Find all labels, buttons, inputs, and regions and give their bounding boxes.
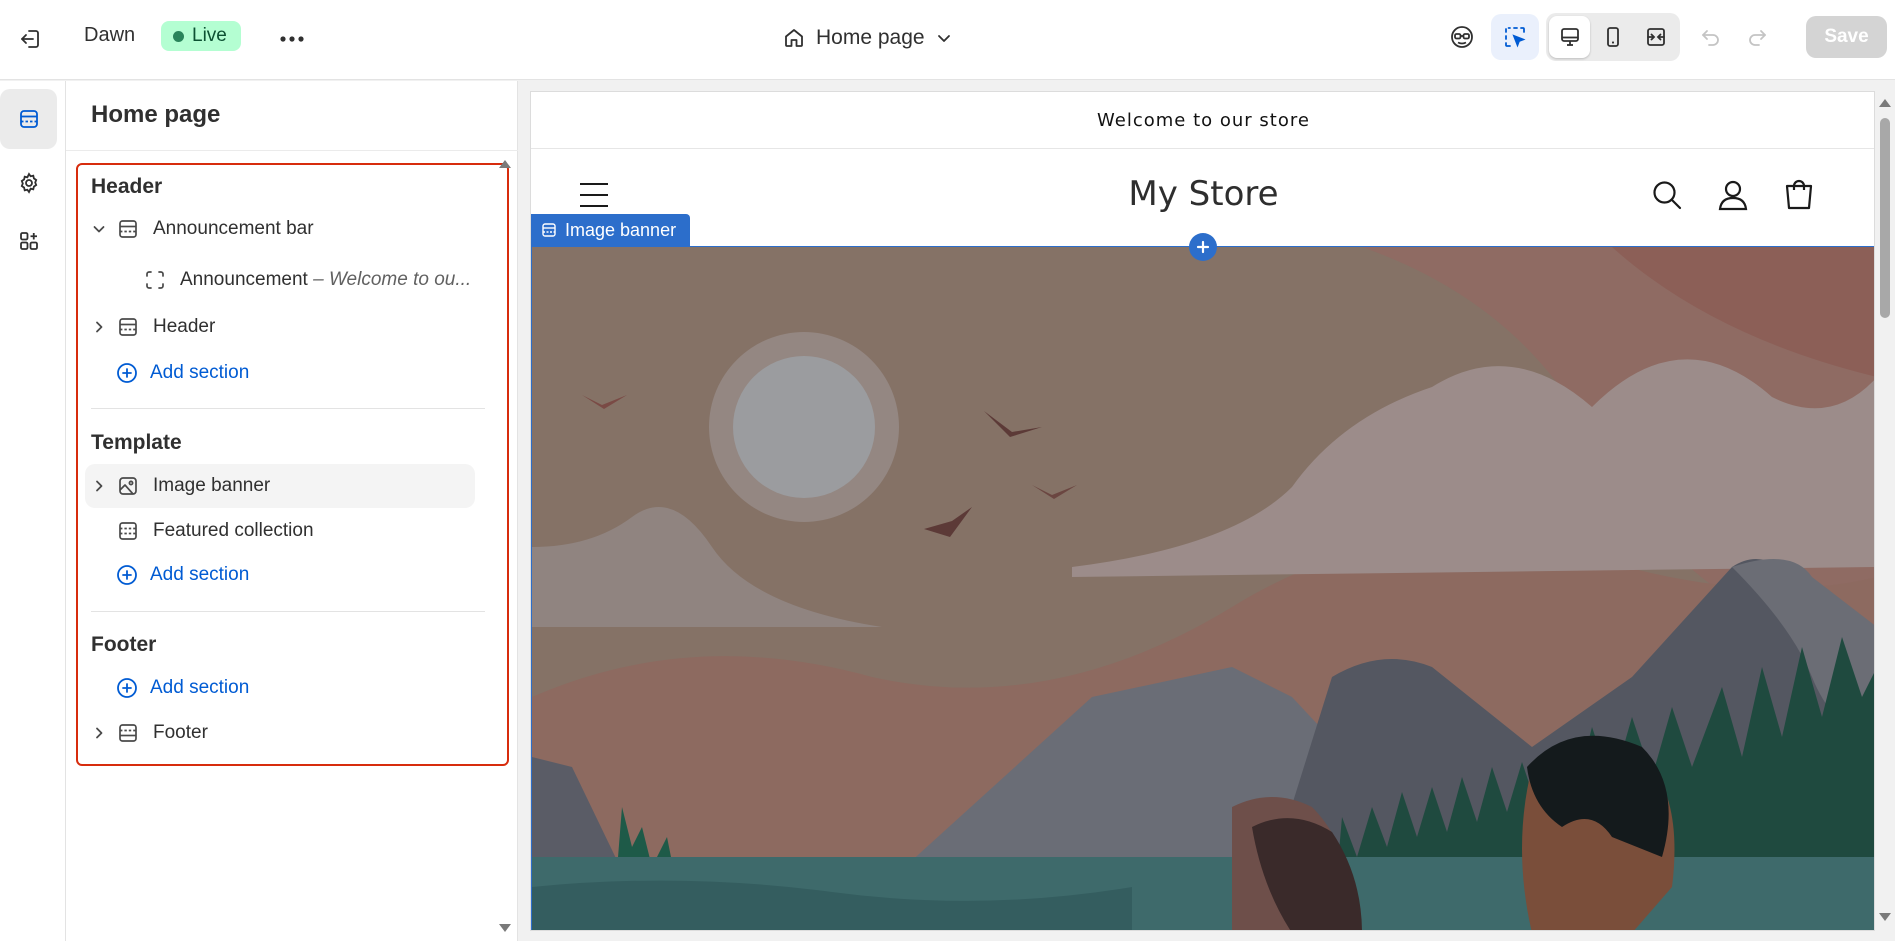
section-featured-collection[interactable]: Featured collection — [85, 509, 475, 553]
selected-section-tag[interactable]: Image banner — [531, 214, 691, 246]
scroll-up-arrow-icon[interactable] — [1878, 98, 1892, 108]
section-label: Header — [153, 316, 216, 337]
fullscreen-view-icon[interactable] — [1636, 16, 1677, 58]
inspector-icon[interactable] — [1444, 14, 1480, 60]
desktop-view-icon[interactable] — [1549, 16, 1591, 58]
plus-circle-icon — [117, 565, 137, 585]
undo-icon[interactable] — [1694, 14, 1728, 60]
block-label: Announcement — [180, 269, 308, 290]
add-section-label: Add section — [150, 564, 250, 585]
chevron-right-icon[interactable] — [85, 319, 113, 335]
announcement-bar-preview[interactable]: Welcome to our store — [531, 92, 1874, 149]
apps-icon[interactable] — [0, 211, 57, 271]
section-footer[interactable]: Footer — [85, 711, 475, 755]
cart-icon[interactable] — [1783, 178, 1815, 212]
plus-circle-icon — [117, 363, 137, 383]
divider — [91, 611, 485, 612]
divider — [91, 408, 485, 409]
scroll-up-arrow-icon[interactable] — [498, 159, 512, 169]
block-announcement[interactable]: Announcement – Welcome to ou... — [140, 258, 471, 302]
add-section-label: Add section — [150, 677, 250, 698]
section-label: Footer — [153, 722, 208, 743]
chevron-down-icon — [937, 35, 950, 42]
add-section-template-button[interactable]: Add section — [116, 555, 249, 595]
section-label: Announcement bar — [153, 218, 314, 239]
group-title-footer: Footer — [91, 633, 157, 656]
mobile-view-icon[interactable] — [1592, 16, 1633, 58]
section-label: Featured collection — [153, 520, 314, 541]
scroll-down-arrow-icon[interactable] — [498, 923, 512, 933]
selected-section-label: Image banner — [565, 219, 677, 240]
section-label: Image banner — [153, 475, 271, 496]
plus-circle-icon — [117, 678, 137, 698]
section-header[interactable]: Header — [85, 305, 475, 349]
page-selector-label: Home page — [816, 26, 925, 49]
chevron-down-icon[interactable] — [85, 221, 113, 237]
live-status-label: Live — [192, 25, 227, 46]
image-icon — [113, 475, 143, 497]
banner-illustration — [532, 247, 1874, 930]
account-icon[interactable] — [1717, 179, 1749, 211]
header-section-icon — [113, 316, 143, 338]
more-actions-icon[interactable] — [274, 22, 310, 56]
chevron-right-icon[interactable] — [85, 725, 113, 741]
device-preview-switcher — [1546, 13, 1680, 61]
add-section-plus-icon[interactable] — [1189, 233, 1217, 261]
section-announcement-bar[interactable]: Announcement bar — [85, 207, 475, 251]
divider — [66, 150, 518, 151]
redo-icon[interactable] — [1740, 14, 1774, 60]
page-selector[interactable]: Home page — [782, 18, 953, 58]
sections-sidebar: Home page Header Announcement bar Announ… — [66, 81, 518, 941]
collection-section-icon — [113, 520, 143, 542]
store-preview: Welcome to our store My Store Image bann… — [530, 91, 1875, 931]
add-section-label: Add section — [150, 362, 250, 383]
group-title-template: Template — [91, 431, 182, 454]
section-icon — [542, 223, 556, 237]
left-rail — [0, 81, 66, 941]
settings-gear-icon[interactable] — [0, 153, 57, 213]
scrollbar-thumb[interactable] — [1880, 118, 1890, 318]
preview-scrollbar[interactable] — [1878, 92, 1892, 930]
add-section-footer-button[interactable]: Add section — [116, 668, 249, 708]
group-title-header: Header — [91, 175, 163, 198]
chevron-right-icon[interactable] — [85, 478, 113, 494]
select-element-icon[interactable] — [1491, 14, 1539, 60]
save-button[interactable]: Save — [1806, 16, 1887, 58]
header-section-icon — [113, 218, 143, 240]
home-icon — [785, 29, 803, 47]
exit-icon[interactable] — [14, 22, 48, 56]
top-bar: Dawn Live Home page Save — [0, 0, 1895, 80]
sidebar-title: Home page — [91, 101, 221, 128]
image-banner-preview[interactable] — [531, 246, 1874, 930]
sections-icon[interactable] — [0, 89, 57, 149]
status-dot-icon — [173, 30, 184, 42]
add-section-header-button[interactable]: Add section — [116, 353, 249, 393]
live-status-badge: Live — [161, 21, 241, 51]
section-image-banner[interactable]: Image banner — [85, 464, 475, 508]
scroll-down-arrow-icon[interactable] — [1878, 912, 1892, 922]
block-preview-text: – Welcome to ou... — [313, 269, 472, 290]
theme-name: Dawn — [84, 24, 136, 46]
footer-section-icon — [113, 722, 143, 744]
search-icon[interactable] — [1651, 179, 1683, 211]
block-icon — [140, 269, 170, 291]
